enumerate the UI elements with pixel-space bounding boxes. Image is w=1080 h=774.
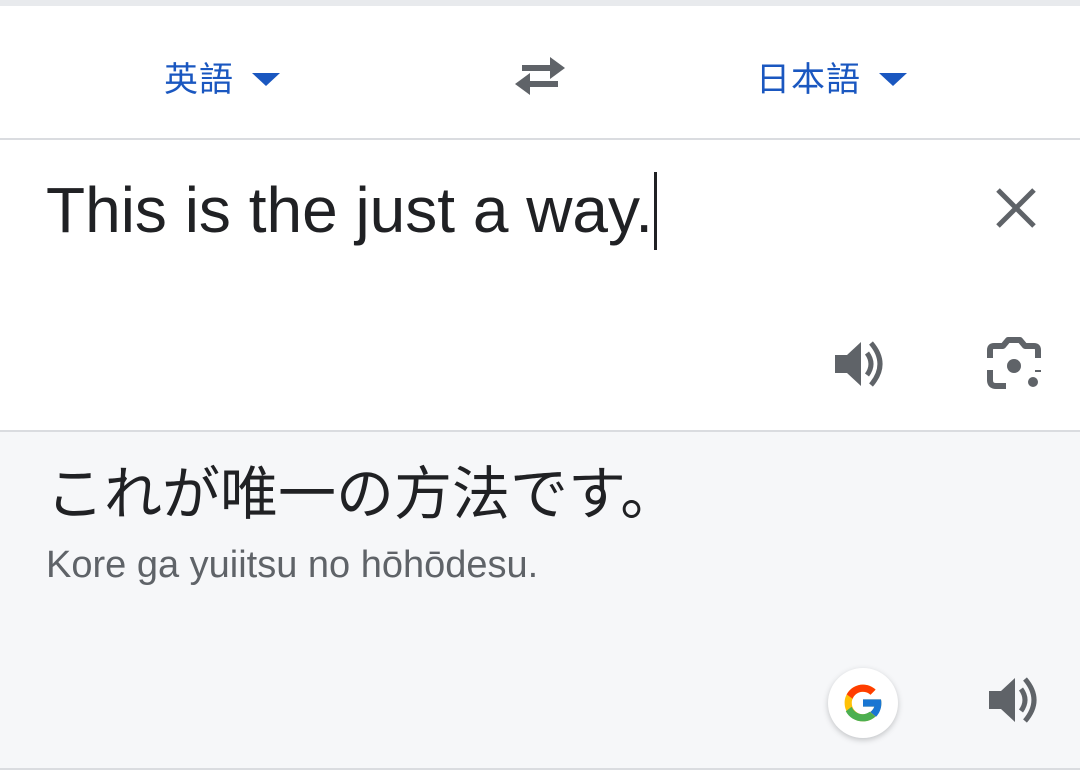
chevron-down-icon (879, 72, 907, 86)
source-text-input[interactable]: This is the just a way. (46, 170, 658, 250)
volume-up-icon (989, 677, 1037, 723)
translated-text: これが唯一の方法です。 (46, 460, 679, 528)
translate-app: 英語 日本語 This is the just a way. これが唯一の方法で… (0, 0, 1080, 774)
text-cursor (654, 172, 658, 250)
source-language-selector[interactable]: 英語 (164, 50, 280, 102)
language-bar: 英語 日本語 (0, 6, 1080, 140)
google-g-icon (844, 684, 883, 722)
volume-up-icon (835, 341, 883, 387)
google-search-button[interactable] (828, 668, 898, 738)
romanization-text: Kore ga yuiitsu no hōhōdesu. (46, 544, 539, 586)
source-language-label: 英語 (164, 59, 234, 100)
swap-languages-button[interactable] (504, 46, 576, 106)
clear-text-button[interactable] (986, 178, 1046, 238)
camera-translate-button[interactable] (982, 332, 1046, 396)
listen-source-button[interactable] (828, 332, 892, 396)
close-icon (996, 188, 1036, 228)
chevron-down-icon (252, 72, 280, 86)
target-language-label: 日本語 (756, 59, 861, 100)
translation-area: これが唯一の方法です。 Kore ga yuiitsu no hōhōdesu. (0, 432, 1080, 770)
camera-lens-icon (987, 337, 1041, 389)
source-text: This is the just a way. (46, 174, 654, 246)
source-text-area[interactable]: This is the just a way. (0, 140, 1080, 432)
listen-translation-button[interactable] (982, 668, 1046, 732)
target-language-selector[interactable]: 日本語 (756, 50, 907, 102)
swap-horiz-icon (515, 57, 565, 95)
